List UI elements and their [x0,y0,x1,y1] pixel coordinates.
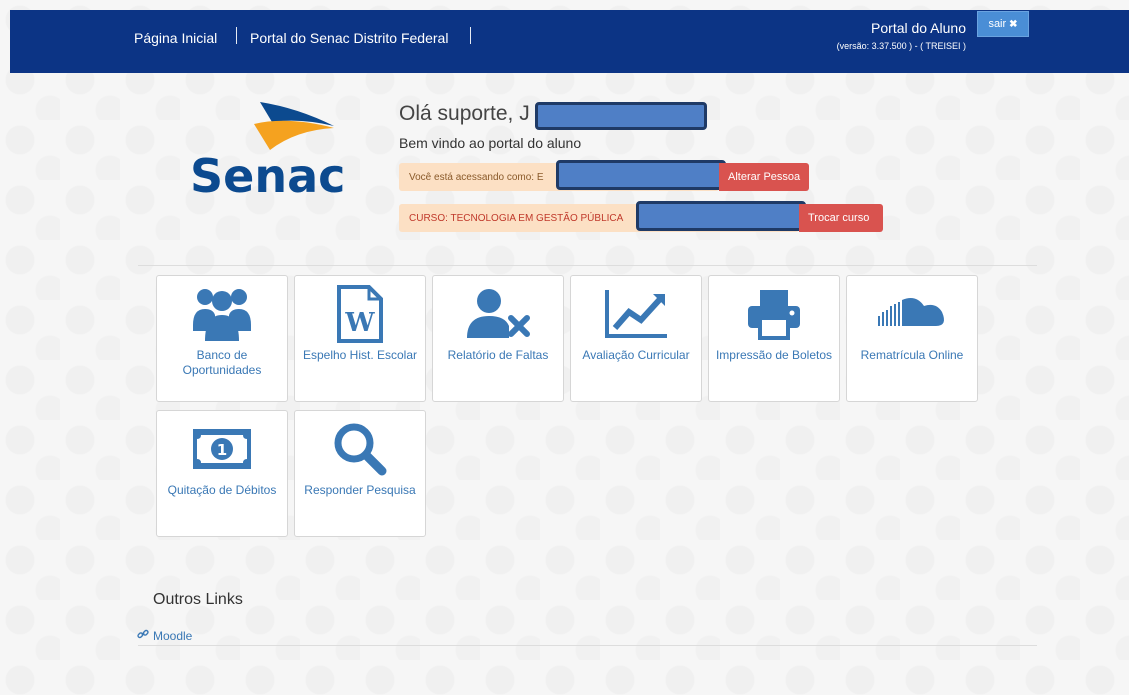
logout-label: sair [988,18,1007,30]
users-icon [157,284,287,344]
tile-label: Avaliação Curricular [582,348,690,362]
nav-home-link[interactable]: Página Inicial [134,30,217,46]
portal-title: Portal do Aluno [871,20,966,36]
portal-version: (versão: 3.37.500 ) - ( TREISEI ) [836,41,966,51]
search-icon [295,419,425,479]
course-text: CURSO: TECNOLOGIA EM GESTÃO PÚBLICA [409,212,624,224]
other-links-title: Outros Links [153,591,243,608]
logo-text: Senac [190,149,345,195]
tile-responder-pesquisa[interactable]: Responder Pesquisa [294,410,426,537]
word-document-icon: W [295,284,425,344]
tile-impressao-boletos[interactable]: Impressão de Boletos [708,275,840,402]
user-times-icon [433,284,563,344]
tile-label: Banco de Oportunidades [182,348,262,377]
tile-rematricula-online[interactable]: Rematrícula Online [846,275,978,402]
tile-label: Responder Pesquisa [304,483,416,497]
link-icon [137,628,149,643]
printer-icon [709,284,839,344]
logout-button[interactable]: sair ✖ [977,11,1029,37]
greeting-text: Olá suporte, J [399,102,530,125]
tile-label: Relatório de Faltas [447,348,549,362]
moodle-link-label: Moodle [153,628,193,643]
change-course-button[interactable]: Trocar curso [799,204,884,232]
close-icon: ✖ [1009,18,1018,30]
tile-label: Rematrícula Online [860,348,964,362]
svg-text:1: 1 [217,441,227,459]
moodle-link[interactable]: Moodle [137,628,192,643]
tile-banco-oportunidades[interactable]: Banco de Oportunidades [156,275,288,402]
redacted-course [636,201,806,231]
senac-logo: Senac [188,100,348,203]
section-divider [138,265,1037,266]
tile-relatorio-faltas[interactable]: Relatório de Faltas [432,275,564,402]
change-person-button[interactable]: Alterar Pessoa [719,163,810,191]
soundcloud-icon [847,284,977,344]
nav-senac-df-link[interactable]: Portal do Senac Distrito Federal [250,30,448,46]
nav-separator [236,27,237,44]
welcome-subtitle: Bem vindo ao portal do aluno [399,135,582,151]
svg-text:W: W [344,308,375,338]
tile-label: Impressão de Boletos [715,348,833,362]
acting-as-text: Você está acessando como: E [409,171,544,183]
top-navbar: Página Inicial Portal do Senac Distrito … [10,10,1129,73]
money-icon: 1 [157,419,287,479]
footer-divider [138,645,1037,646]
tile-quitacao-debitos[interactable]: 1 Quitação de Débitos [156,410,288,537]
redacted-person [556,160,726,190]
tile-label: Espelho Hist. Escolar [302,348,418,362]
tile-avaliacao-curricular[interactable]: Avaliação Curricular [570,275,702,402]
tile-espelho-historico[interactable]: W Espelho Hist. Escolar [294,275,426,402]
nav-separator [470,27,471,44]
tile-label: Quitação de Débitos [167,483,277,497]
line-chart-icon [571,284,701,344]
redacted-name [535,102,707,130]
